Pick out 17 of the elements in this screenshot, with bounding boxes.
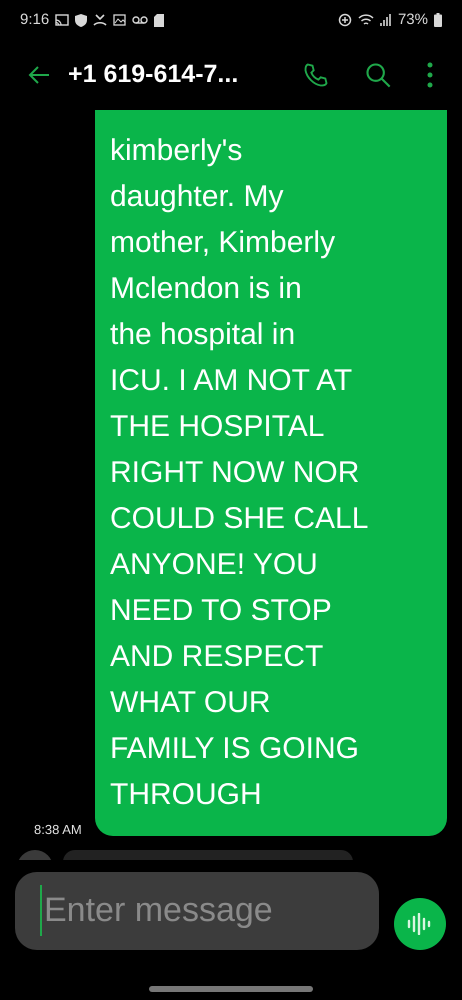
missed-call-icon — [93, 14, 108, 26]
status-time: 9:16 — [20, 10, 50, 30]
sound-wave-icon — [407, 912, 433, 934]
message-time: 8:38 AM — [34, 821, 83, 839]
shield-icon — [75, 14, 88, 26]
message-input-field[interactable]: Enter message — [15, 872, 379, 950]
message-bubble: kimberly's daughter. My mother, Kimberly Mclendon is in the hospital in ICU. I AM NOT AT THE HOSPITAL RIGHT NOW NOR COULD SHE CALL ANYONE! YOU NEED TO STOP AND RESPECT WHAT OUR FAMILY IS GOING THROUGH — [95, 110, 447, 836]
contact-number: +1 619-614-7... — [68, 59, 238, 90]
cast-icon — [55, 14, 70, 26]
wifi-icon — [358, 14, 374, 26]
battery-percent: 73% — [398, 10, 428, 30]
battery-icon — [434, 13, 442, 27]
voice-input-button[interactable] — [394, 898, 446, 950]
signal-icon — [380, 14, 392, 26]
sd-card-icon — [154, 14, 164, 26]
image-icon — [113, 14, 126, 26]
voicemail-icon — [132, 16, 148, 24]
